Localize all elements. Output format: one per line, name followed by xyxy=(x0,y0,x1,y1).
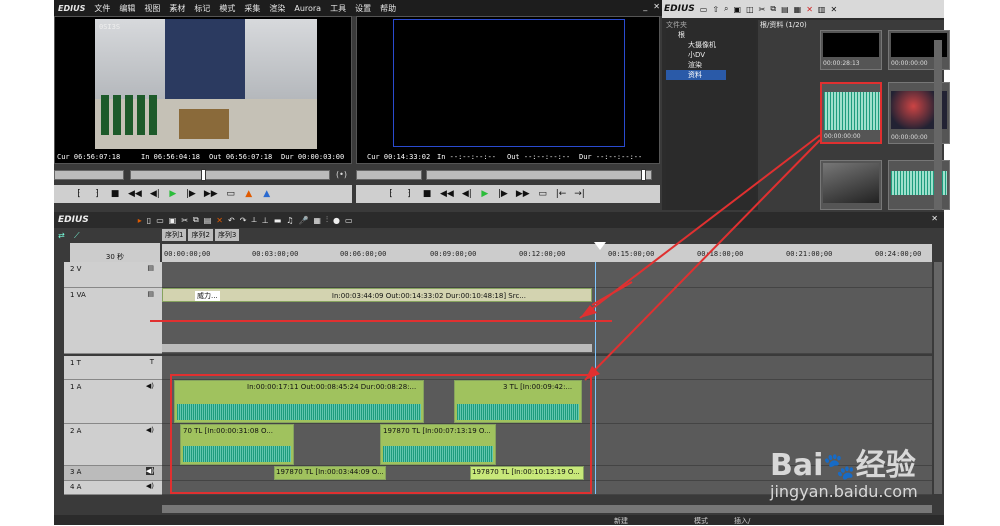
watermark-jingyan: 经验 xyxy=(855,448,916,483)
watermark-bai: Bai xyxy=(770,448,824,483)
annotation-arrow-to-audio xyxy=(584,139,821,381)
watermark-paw-icon: 🐾 xyxy=(823,452,856,482)
watermark-url: jingyan.baidu.com xyxy=(770,482,918,501)
annotation-short-arrow xyxy=(591,281,633,306)
watermark-brand: Bai🐾经验 xyxy=(770,440,916,484)
